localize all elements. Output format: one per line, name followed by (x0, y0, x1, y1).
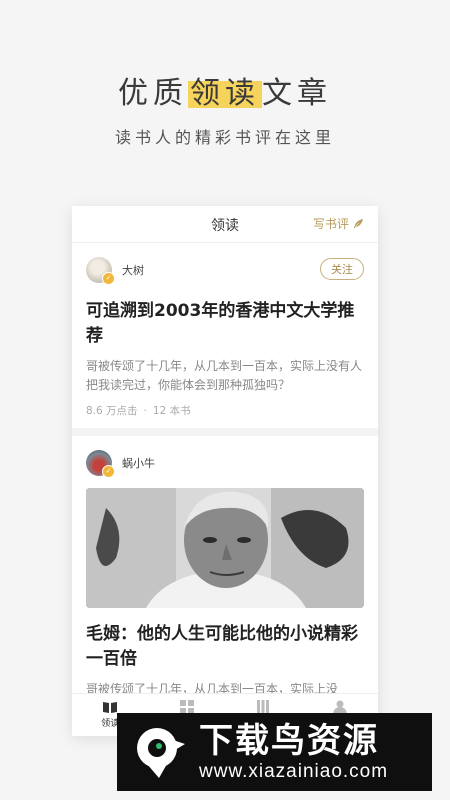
author-row: ✓ 大树 关注 (86, 255, 364, 285)
watermark-title: 下载鸟资源 (199, 721, 379, 761)
author-name[interactable]: 蜗小牛 (122, 455, 155, 471)
view-count: 8.6 万点击 (86, 405, 138, 417)
avatar[interactable]: ✓ (86, 450, 115, 478)
book-count: 12 本书 (152, 405, 191, 417)
author-row: ✓ 蜗小牛 (86, 448, 364, 478)
verified-badge-icon: ✓ (102, 465, 115, 478)
avatar[interactable]: ✓ (86, 257, 115, 285)
watermark-banner: 下载鸟资源 www.xiazainiao.com (117, 713, 432, 791)
promo-title-after: 文章 (262, 76, 332, 111)
book-open-icon (103, 702, 118, 713)
promo-title: 优质领读文章 (0, 68, 450, 112)
portrait-photo (86, 488, 364, 608)
article-cover-image[interactable] (86, 488, 364, 608)
article-excerpt: 哥被传颂了十几年，从几本到一百本，实际上没 (86, 682, 339, 694)
watermark-text: 下载鸟资源 www.xiazainiao.com (199, 721, 388, 783)
article-excerpt: 哥被传颂了十几年，从几本到一百本，实际上没有人把我读完过，你能体会到那种孤独吗？ (86, 359, 363, 392)
watermark-url: www.xiazainiao.com (199, 761, 389, 782)
grid-icon (179, 700, 194, 714)
person-icon (332, 700, 347, 714)
top-bar: 领读 写书评 (72, 206, 378, 243)
promo-title-before: 优质 (118, 76, 188, 111)
article-card[interactable]: ✓ 蜗小牛 毛姆：他的人生可能比他的小说精彩一百倍 哥被传颂了十几年，从几本到一… (72, 436, 378, 694)
article-title[interactable]: 毛姆：他的人生可能比他的小说精彩一百倍 (86, 622, 364, 672)
bird-logo-icon (129, 722, 189, 782)
article-meta: 8.6 万点击 · 12 本书 (86, 403, 364, 418)
bookshelf-icon (257, 700, 270, 714)
promo-subtitle: 读书人的精彩书评在这里 (114, 128, 335, 147)
article-card[interactable]: ✓ 大树 关注 可追溯到2003年的香港中文大学推荐 哥被传颂了十几年，从几本到… (72, 243, 378, 428)
verified-badge-icon: ✓ (102, 272, 115, 285)
app-screen: 领读 写书评 ✓ 大树 关注 可追溯到2003年的香港中文大学推荐 哥被传颂了十… (72, 206, 378, 736)
article-title[interactable]: 可追溯到2003年的香港中文大学推荐 (86, 299, 364, 349)
write-review-button[interactable]: 写书评 (313, 215, 364, 232)
feather-pen-icon (354, 218, 363, 228)
author-name[interactable]: 大树 (122, 262, 144, 278)
write-review-label: 写书评 (312, 217, 349, 231)
promo-title-highlight: 领读 (188, 76, 262, 111)
article-feed[interactable]: ✓ 大树 关注 可追溯到2003年的香港中文大学推荐 哥被传颂了十几年，从几本到… (72, 243, 378, 694)
meta-separator: · (143, 405, 147, 417)
follow-button[interactable]: 关注 (320, 258, 364, 280)
